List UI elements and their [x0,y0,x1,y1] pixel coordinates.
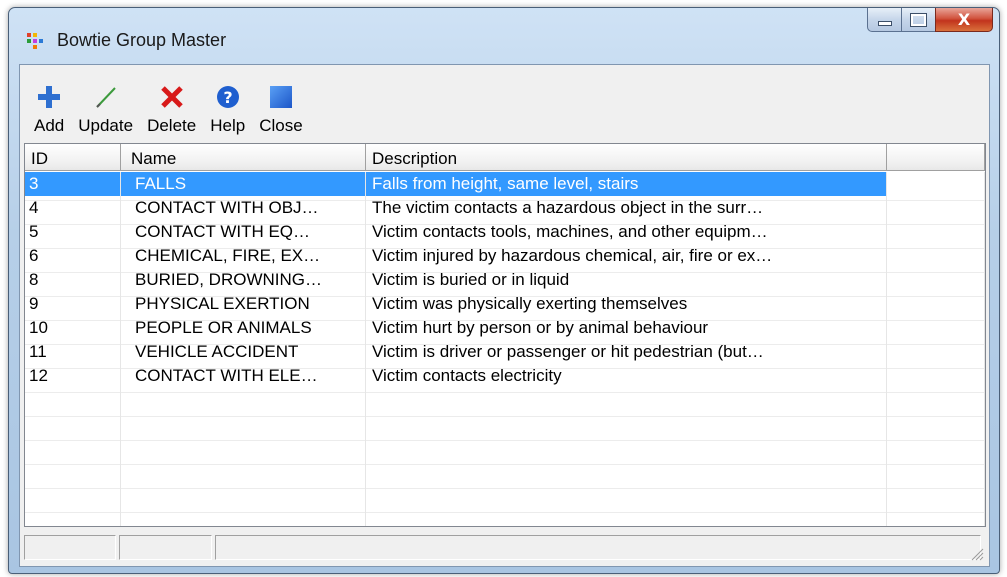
cell-extra [887,244,985,268]
table-row[interactable]: 9 PHYSICAL EXERTION Victim was physically … [25,292,985,316]
window-title: Bowtie Group Master [57,30,227,50]
help-button[interactable]: ? Help [206,65,249,135]
blue-square-icon [267,83,295,111]
main-window: Bowtie Group Master X Add Update Delete … [8,7,1000,574]
cell-description: Falls from height, same level, stairs [366,172,887,196]
delete-label: Delete [147,116,197,135]
cell-description: Victim injured by hazardous chemical, ai… [366,244,887,268]
table-row[interactable]: 5 CONTACT WITH EQ… Victim contacts tools, … [25,220,985,244]
cell-extra [887,292,985,316]
cell-description: Victim contacts tools, machines, and oth… [366,220,887,244]
update-label: Update [78,116,134,135]
cell-name: CONTACT WITH ELE… [121,364,366,388]
red-x-icon [158,83,186,111]
cell-description: The victim contacts a hazardous object i… [366,196,887,220]
table-row[interactable]: 3 FALLS Falls from height, same level, sta… [25,172,985,196]
table-row[interactable]: 10 PEOPLE OR ANIMALS Victim hurt by person… [25,316,985,340]
add-plus-icon [35,83,63,111]
cell-name: PEOPLE OR ANIMALS [121,316,366,340]
cell-id: 10 [25,316,121,340]
status-panel-1 [24,535,116,560]
svg-text:?: ? [223,88,232,107]
cell-extra [887,220,985,244]
cell-description: Victim hurt by person or by animal behav… [366,316,887,340]
grid-line [25,440,985,441]
cell-name: CONTACT WITH OBJ… [121,196,366,220]
cell-name: PHYSICAL EXERTION [121,292,366,316]
cell-id: 9 [25,292,121,316]
question-circle-icon: ? [214,83,242,111]
status-panel-2 [119,535,212,560]
cell-name: FALLS [121,172,366,196]
cell-description: Victim contacts electricity [366,364,887,388]
title-bar[interactable]: Bowtie Group Master X [9,8,999,64]
close-window-button[interactable]: X [935,8,993,32]
column-header-description[interactable]: Description [366,144,887,171]
status-panel-3 [215,535,981,560]
caption-buttons: X [867,8,993,34]
add-button[interactable]: Add [30,65,68,135]
table-row[interactable]: 8 BURIED, DROWNING… Victim is buried or in… [25,268,985,292]
cell-extra [887,268,985,292]
cell-id: 11 [25,340,121,364]
app-icon [27,33,47,49]
cell-extra [887,340,985,364]
column-header-id[interactable]: ID [25,144,121,171]
cell-extra [887,316,985,340]
status-bar [24,535,984,561]
pencil-icon [92,83,120,111]
grid-line [25,464,985,465]
help-label: Help [210,116,246,135]
cell-description: Victim is buried or in liquid [366,268,887,292]
cell-extra [887,196,985,220]
group-list-view[interactable]: ID Name Description 3 FALLS Falls from hei… [24,143,986,527]
table-row[interactable]: 6 CHEMICAL, FIRE, EX… Victim injured by ha… [25,244,985,268]
add-label: Add [34,116,65,135]
cell-name: CHEMICAL, FIRE, EX… [121,244,366,268]
close-icon: X [957,10,971,29]
column-header-name[interactable]: Name [121,144,366,171]
cell-id: 6 [25,244,121,268]
table-row[interactable]: 11 VEHICLE ACCIDENT Victim is driver or pa… [25,340,985,364]
close-button[interactable]: Close [255,65,306,135]
cell-id: 3 [25,172,121,196]
minimize-icon [877,21,892,26]
grid-line [25,488,985,489]
minimize-button[interactable] [867,8,901,32]
cell-extra [887,172,985,196]
grid-line [25,512,985,513]
list-rows: 3 FALLS Falls from height, same level, sta… [25,172,985,388]
cell-id: 8 [25,268,121,292]
column-header-extra[interactable] [887,144,985,171]
cell-id: 4 [25,196,121,220]
grid-line [25,392,985,393]
list-header: ID Name Description [25,144,985,172]
table-row[interactable]: 12 CONTACT WITH ELE… Victim contacts elect… [25,364,985,388]
cell-id: 12 [25,364,121,388]
table-row[interactable]: 4 CONTACT WITH OBJ… The victim contacts a … [25,196,985,220]
cell-description: Victim was physically exerting themselve… [366,292,887,316]
cell-name: BURIED, DROWNING… [121,268,366,292]
update-button[interactable]: Update [74,65,137,135]
cell-description: Victim is driver or passenger or hit ped… [366,340,887,364]
maximize-button[interactable] [901,8,935,32]
cell-id: 5 [25,220,121,244]
cell-name: VEHICLE ACCIDENT [121,340,366,364]
close-label: Close [259,116,303,135]
delete-button[interactable]: Delete [143,65,200,135]
grid-line [25,416,985,417]
client-area: Add Update Delete ? Help Close ID Name D… [19,64,990,567]
toolbar: Add Update Delete ? Help Close [20,65,989,141]
resize-grip-icon[interactable] [968,545,984,561]
maximize-icon [910,12,927,27]
cell-name: CONTACT WITH EQ… [121,220,366,244]
cell-extra [887,364,985,388]
